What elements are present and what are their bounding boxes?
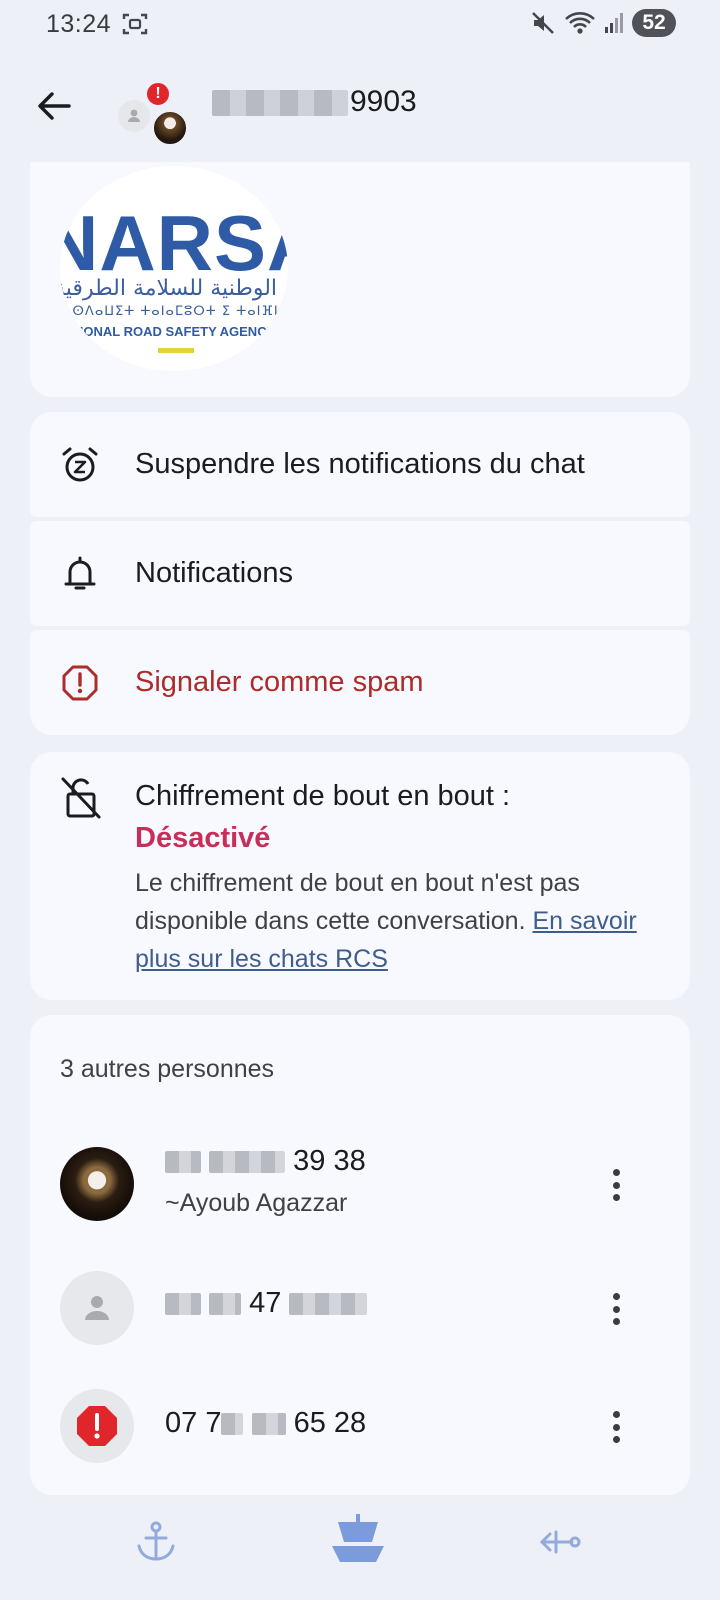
redacted-number [212, 90, 348, 116]
participants-title: 3 autres personnes [60, 1055, 275, 1083]
status-time: 13:24 [46, 10, 112, 38]
snooze-notifications-row[interactable]: Suspendre les notifications du chat [30, 412, 690, 517]
report-spam-row[interactable]: Signaler comme spam [30, 630, 690, 735]
warning-octagon-icon [77, 1406, 117, 1446]
participant-row[interactable]: 47 [30, 1255, 690, 1355]
encryption-status: Désactivé [135, 822, 271, 854]
ship-icon[interactable] [330, 1514, 386, 1568]
status-bar: 13:24 52 [0, 0, 720, 48]
mute-icon [532, 12, 554, 34]
avatar [60, 1271, 134, 1345]
back-button[interactable] [32, 84, 76, 128]
avatar [60, 1389, 134, 1463]
signal-icon [605, 13, 623, 33]
more-options-icon[interactable] [604, 1289, 628, 1329]
notifications-label: Notifications [135, 557, 293, 589]
participant-name: ~Ayoub Agazzar [165, 1189, 348, 1217]
snooze-label: Suspendre les notifications du chat [135, 448, 585, 480]
screenshot-icon [122, 13, 148, 35]
group-avatar[interactable]: ! [118, 80, 190, 146]
anchor-icon[interactable] [134, 1520, 178, 1564]
person-placeholder-avatar [118, 100, 150, 132]
report-octagon-icon [60, 663, 100, 703]
participants-card: 3 autres personnes 39 38 ~Ayoub Agazzar … [30, 1015, 690, 1495]
bottom-navigation [0, 1514, 720, 1590]
conversation-header: ! 9903 [0, 70, 720, 160]
more-options-icon[interactable] [604, 1407, 628, 1447]
participant-number: 39 38 [165, 1145, 366, 1178]
more-options-icon[interactable] [604, 1165, 628, 1205]
avatar [60, 1147, 134, 1221]
encryption-title: Chiffrement de bout en bout : [135, 780, 511, 812]
participant-number: 47 [165, 1287, 368, 1320]
group-logo-card: NARSA الوكالة الوطنية للسلامة الطرقية ⵜⴰ… [30, 162, 690, 397]
bell-icon [60, 554, 100, 594]
encryption-description: Le chiffrement de bout en bout n'est pas… [135, 869, 637, 973]
report-spam-label: Signaler comme spam [135, 666, 424, 698]
person-placeholder-icon [85, 1296, 109, 1320]
wifi-icon [565, 12, 595, 34]
alarm-snooze-icon [60, 445, 100, 485]
warning-badge-icon: ! [144, 80, 172, 108]
narsa-logo: NARSA الوكالة الوطنية للسلامة الطرقية ⵜⴰ… [60, 166, 288, 371]
conversation-title: 9903 [350, 85, 417, 118]
participant-number: 07 7 65 28 [165, 1407, 367, 1439]
contact-photo [152, 110, 188, 146]
arrow-left-icon [38, 92, 71, 120]
encryption-card: Chiffrement de bout en bout : Désactivé … [30, 752, 690, 1000]
notifications-row[interactable]: Notifications [30, 521, 690, 626]
battery-badge: 52 [632, 9, 676, 37]
sign-icon[interactable] [538, 1520, 582, 1564]
participant-row[interactable]: 07 7 65 28 [30, 1373, 690, 1473]
lock-off-icon [61, 777, 101, 819]
participant-row[interactable]: 39 38 ~Ayoub Agazzar [30, 1125, 690, 1225]
